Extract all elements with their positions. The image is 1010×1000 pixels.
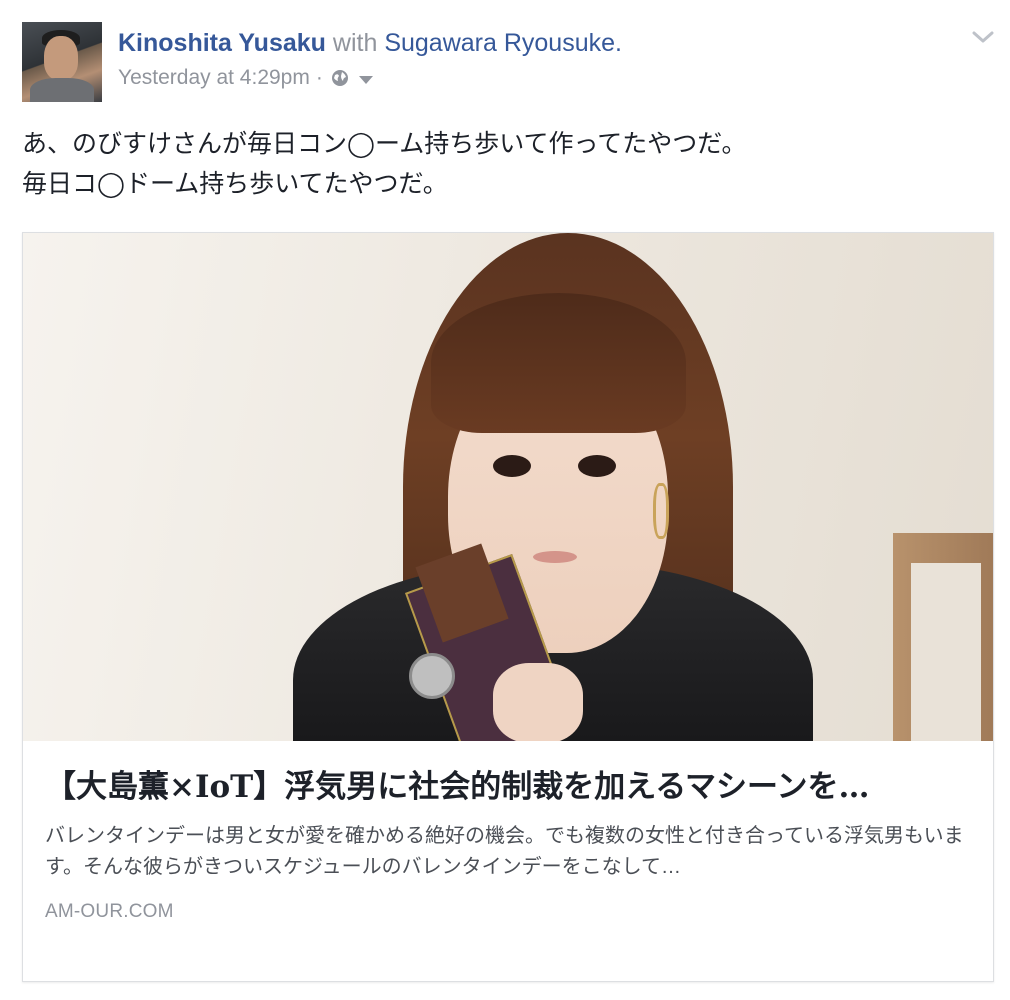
message-line: あ、のびすけさんが毎日コン◯ーム持ち歩いて作ってたやつだ。 (22, 130, 747, 158)
link-preview-domain: AM-OUR.COM (45, 901, 174, 922)
avatar-face (44, 36, 78, 80)
image-earring (653, 483, 669, 539)
post-meta: Yesterday at 4:29pm · (118, 64, 622, 92)
chevron-down-icon[interactable] (972, 30, 994, 44)
image-eye-left (493, 455, 531, 477)
image-eye-right (578, 455, 616, 477)
image-lips (533, 551, 577, 563)
link-preview-image[interactable] (23, 233, 993, 741)
link-preview-title[interactable]: 【大島薫×IoT】浮気男に社会的制裁を加えるマシーンを… (45, 765, 969, 809)
link-preview-body: 【大島薫×IoT】浮気男に社会的制裁を加えるマシーンを… バレンタインデーは男と… (23, 741, 993, 923)
meta-separator: · (315, 66, 323, 89)
avatar-body (30, 78, 94, 102)
author-name-link[interactable]: Kinoshita Yusaku (118, 29, 326, 57)
image-hand (493, 663, 583, 741)
post-message: あ、のびすけさんが毎日コン◯ーム持ち歩いて作ってたやつだ。 毎日コ◯ドーム持ち歩… (22, 124, 746, 204)
image-bangs (431, 293, 686, 433)
link-preview-card[interactable]: 【大島薫×IoT】浮気男に社会的制裁を加えるマシーンを… バレンタインデーは男と… (22, 232, 994, 982)
tagged-user-link[interactable]: Sugawara Ryousuke. (384, 29, 622, 57)
with-label: with (332, 29, 378, 57)
caret-down-icon[interactable] (358, 75, 373, 84)
message-line: 毎日コ◯ドーム持ち歩いてたやつだ。 (22, 170, 448, 198)
image-shelf-inner (911, 563, 981, 741)
post-header: Kinoshita Yusaku with Sugawara Ryousuke.… (118, 26, 622, 92)
post-timestamp[interactable]: Yesterday at 4:29pm (118, 64, 310, 92)
feed-post: Kinoshita Yusaku with Sugawara Ryousuke.… (0, 0, 1010, 1000)
globe-icon (331, 70, 348, 86)
link-preview-description: バレンタインデーは男と女が愛を確かめる絶好の機会。でも複数の女性と付き合っている… (45, 825, 964, 878)
author-avatar[interactable] (22, 22, 102, 102)
author-line: Kinoshita Yusaku with Sugawara Ryousuke. (118, 26, 622, 60)
image-ring (409, 653, 455, 699)
